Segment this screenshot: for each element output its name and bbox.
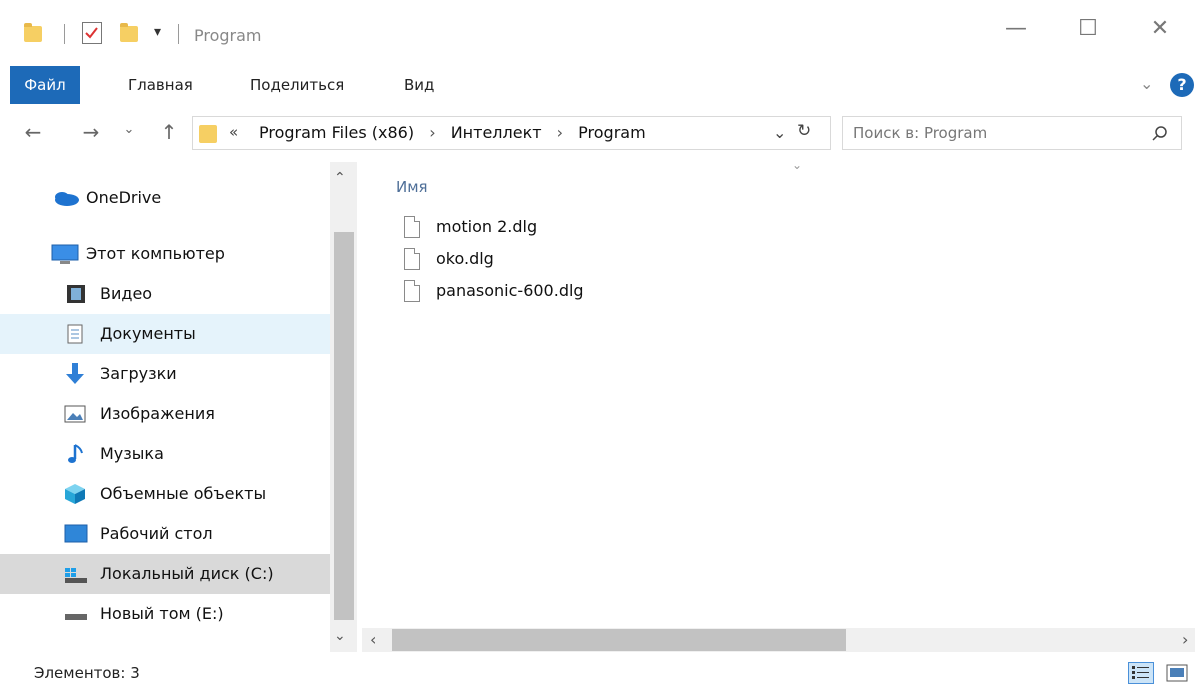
ribbon-tabs: Файл Главная Поделиться Вид ⌄ ?: [0, 64, 1195, 107]
sidebar-item-label: OneDrive: [86, 188, 162, 207]
search-icon[interactable]: [1151, 125, 1169, 143]
sidebar-item-local-disk-c[interactable]: Локальный диск (C:): [0, 554, 330, 594]
back-arrow-icon[interactable]: ←: [18, 120, 48, 144]
breadcrumb-separator[interactable]: ›: [429, 123, 435, 142]
desktop-icon: [64, 524, 88, 543]
breadcrumb-overflow[interactable]: «: [229, 123, 238, 141]
file-item[interactable]: panasonic-600.dlg: [400, 278, 600, 308]
file-icon: [404, 216, 420, 238]
sidebar-item-desktop[interactable]: Рабочий стол: [0, 514, 330, 554]
maximize-button[interactable]: ☐: [1068, 8, 1108, 48]
tab-view[interactable]: Вид: [404, 64, 434, 106]
3d-objects-icon: [65, 484, 85, 504]
sidebar-item-label: Объемные объекты: [100, 484, 267, 503]
sort-chevron-icon: ⌄: [792, 158, 803, 172]
help-icon[interactable]: ?: [1170, 73, 1194, 97]
column-header-name[interactable]: Имя: [396, 178, 428, 196]
sidebar-item-label: Загрузки: [100, 364, 177, 383]
sidebar-item-label: Рабочий стол: [100, 524, 213, 543]
ribbon-expand-chevron-icon[interactable]: ⌄: [1140, 74, 1153, 93]
sidebar-item-video[interactable]: Видео: [0, 274, 330, 314]
navigation-pane: OneDrive Этот компьютер Видео Документы …: [0, 162, 358, 652]
file-name: motion 2.dlg: [436, 217, 538, 236]
close-button[interactable]: ✕: [1140, 8, 1180, 48]
downloads-icon: [66, 363, 84, 384]
address-dropdown-chevron-icon[interactable]: ⌄: [773, 123, 786, 142]
file-item[interactable]: motion 2.dlg: [400, 214, 600, 244]
minimize-button[interactable]: —: [996, 8, 1036, 48]
sidebar-item-label: Локальный диск (C:): [100, 564, 274, 583]
search-box[interactable]: Поиск в: Program: [842, 116, 1182, 150]
new-folder-icon[interactable]: [120, 23, 138, 42]
recent-locations-chevron-icon[interactable]: ⌄: [114, 122, 144, 137]
sidebar-item-label: Видео: [100, 284, 153, 303]
sidebar-item-onedrive[interactable]: OneDrive: [0, 178, 330, 218]
breadcrumb-program-files-x86[interactable]: Program Files (x86): [259, 123, 414, 142]
title-bar: ▾ Program — ☐ ✕: [0, 0, 1195, 64]
refresh-icon[interactable]: ↻: [797, 121, 811, 141]
local-disk-icon: [65, 568, 87, 583]
sidebar-item-3d-objects[interactable]: Объемные объекты: [0, 474, 330, 514]
sidebar-item-new-volume-e[interactable]: Новый том (E:): [0, 594, 330, 634]
folder-icon: [24, 23, 42, 42]
status-bar: Элементов: 3: [0, 656, 1195, 688]
breadcrumb-program[interactable]: Program: [578, 123, 646, 142]
separator: [178, 24, 179, 44]
forward-arrow-icon[interactable]: →: [76, 120, 106, 144]
documents-icon: [67, 324, 83, 344]
large-icons-view-icon[interactable]: [1166, 664, 1188, 682]
sidebar-item-label: Музыка: [100, 444, 164, 463]
music-icon: [68, 444, 83, 463]
sidebar-item-music[interactable]: Музыка: [0, 434, 330, 474]
scroll-down-arrow-icon[interactable]: ⌄: [334, 628, 346, 644]
sidebar-scrollbar-thumb[interactable]: [334, 232, 354, 620]
file-item[interactable]: oko.dlg: [400, 246, 600, 276]
scroll-right-arrow-icon[interactable]: ›: [1182, 630, 1188, 649]
sidebar-item-pictures[interactable]: Изображения: [0, 394, 330, 434]
onedrive-cloud-icon: [55, 192, 79, 206]
sidebar-item-label: Документы: [100, 324, 196, 343]
tab-share[interactable]: Поделиться: [250, 64, 344, 106]
scroll-left-arrow-icon[interactable]: ‹: [370, 630, 376, 649]
quick-access-dropdown[interactable]: ▾: [154, 24, 161, 40]
pictures-icon: [64, 405, 86, 423]
folder-icon: [199, 125, 217, 143]
video-icon: [67, 285, 85, 303]
sidebar-item-label: Изображения: [100, 404, 215, 423]
sidebar-item-documents[interactable]: Документы: [0, 314, 330, 354]
address-bar[interactable]: « Program Files (x86) › Интеллект › Prog…: [192, 116, 831, 150]
tab-home[interactable]: Главная: [128, 64, 193, 106]
separator: [64, 24, 65, 44]
file-icon: [404, 280, 420, 302]
up-arrow-icon[interactable]: ↑: [154, 120, 184, 144]
drive-icon: [65, 614, 87, 620]
properties-icon[interactable]: [82, 22, 102, 44]
search-input[interactable]: Поиск в: Program: [853, 124, 987, 142]
file-icon: [404, 248, 420, 270]
window-title: Program: [194, 26, 262, 45]
sidebar-item-label: Этот компьютер: [86, 244, 225, 263]
breadcrumb-intellekt[interactable]: Интеллект: [451, 123, 542, 142]
details-view-icon[interactable]: [1128, 662, 1154, 684]
sidebar-item-label: Новый том (E:): [100, 604, 224, 623]
file-name: panasonic-600.dlg: [436, 281, 584, 300]
file-name: oko.dlg: [436, 249, 494, 268]
items-count: Элементов: 3: [34, 664, 140, 682]
sidebar-item-this-pc[interactable]: Этот компьютер: [0, 234, 330, 274]
breadcrumb: Program Files (x86) › Интеллект › Progra…: [259, 123, 646, 142]
scroll-up-arrow-icon[interactable]: ⌃: [334, 170, 346, 186]
content-scrollbar-thumb[interactable]: [392, 629, 846, 651]
sidebar-item-downloads[interactable]: Загрузки: [0, 354, 330, 394]
tab-file[interactable]: Файл: [10, 66, 80, 104]
computer-icon: [51, 244, 79, 264]
breadcrumb-separator[interactable]: ›: [557, 123, 563, 142]
